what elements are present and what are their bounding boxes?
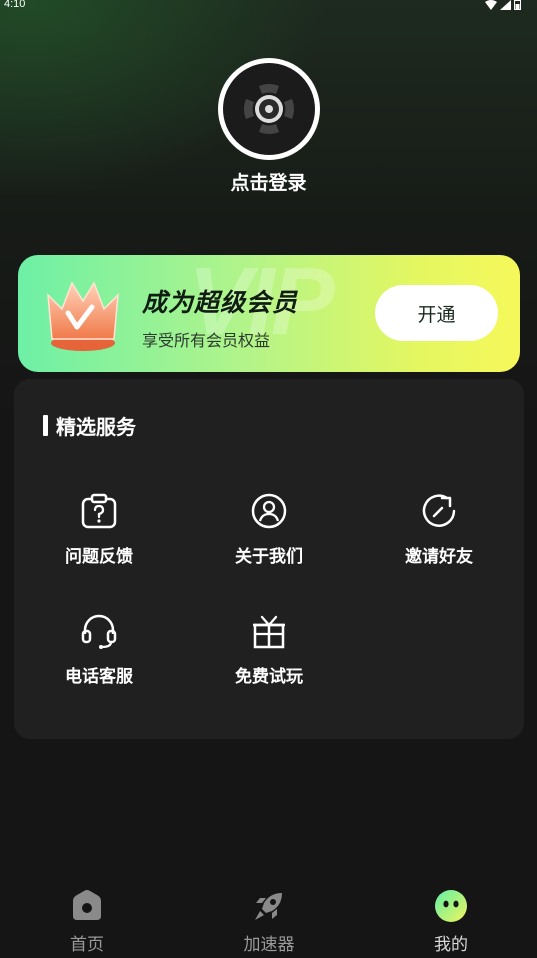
invite-share-icon bbox=[422, 494, 456, 527]
service-label: 问题反馈 bbox=[65, 547, 133, 567]
rocket-icon bbox=[255, 893, 282, 920]
tab-bar: 首页 加速器 我的 bbox=[0, 880, 537, 958]
status-bar: 4:10 bbox=[0, 0, 537, 12]
speaker-avatar-icon bbox=[244, 84, 294, 134]
service-free-trial[interactable]: 免费试玩 bbox=[184, 611, 354, 701]
avatar-inner bbox=[223, 63, 315, 155]
services-heading: 精选服务 bbox=[43, 411, 136, 440]
heading-bar bbox=[43, 415, 48, 436]
tab-label: 加速器 bbox=[243, 935, 295, 955]
wifi-icon bbox=[485, 0, 497, 10]
home-icon bbox=[73, 890, 101, 920]
services-heading-text: 精选服务 bbox=[56, 415, 136, 439]
avatar[interactable] bbox=[218, 58, 320, 160]
vip-subtitle: 享受所有会员权益 bbox=[142, 331, 271, 350]
service-invite[interactable]: 邀请好友 bbox=[354, 491, 524, 581]
open-vip-button[interactable]: 开通 bbox=[375, 285, 498, 341]
service-label: 邀请好友 bbox=[405, 547, 473, 567]
tab-label: 首页 bbox=[70, 935, 104, 955]
crown-icon bbox=[47, 281, 119, 351]
tab-label: 我的 bbox=[434, 935, 468, 955]
tab-accelerator[interactable]: 加速器 bbox=[209, 888, 329, 958]
feedback-clipboard-icon bbox=[81, 493, 117, 529]
service-label: 免费试玩 bbox=[235, 667, 303, 687]
login-link[interactable]: 点击登录 bbox=[0, 168, 537, 195]
battery-icon bbox=[514, 0, 521, 10]
tab-home[interactable]: 首页 bbox=[27, 888, 147, 958]
tab-mine[interactable]: 我的 bbox=[391, 888, 511, 958]
service-phone-support[interactable]: 电话客服 bbox=[14, 611, 184, 701]
service-label: 电话客服 bbox=[65, 667, 133, 687]
about-person-icon bbox=[251, 493, 287, 529]
service-feedback[interactable]: 问题反馈 bbox=[14, 491, 184, 581]
vip-banner[interactable]: VIP 成为超级会员 享受所有会员权益 开通 bbox=[18, 255, 520, 372]
service-label: 关于我们 bbox=[235, 547, 303, 567]
signal-icon bbox=[500, 0, 511, 10]
gift-icon bbox=[253, 615, 285, 649]
smiley-icon bbox=[435, 890, 467, 922]
services-card: 精选服务 问题反馈 关于我们 邀请好友 电话客服 免费试玩 bbox=[14, 379, 524, 739]
headset-icon bbox=[81, 614, 117, 649]
status-icons bbox=[485, 0, 521, 10]
vip-title: 成为超级会员 bbox=[142, 288, 299, 317]
status-time: 4:10 bbox=[4, 0, 26, 10]
service-about[interactable]: 关于我们 bbox=[184, 491, 354, 581]
